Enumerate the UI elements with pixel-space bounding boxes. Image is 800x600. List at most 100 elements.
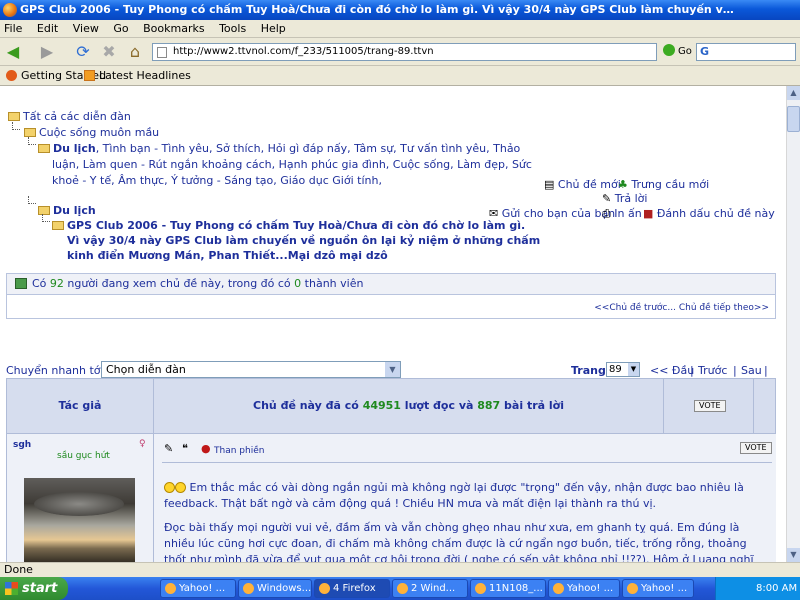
link-text: Chủ đề mới (557, 178, 621, 191)
scroll-down-icon[interactable]: ▼ (787, 548, 800, 562)
link-text: Trưng cầu mới (631, 178, 710, 191)
topic-navigation: <<Chủ đề trước... Chủ đề tiếp theo>> (6, 295, 776, 319)
reply-count: 887 (477, 399, 501, 412)
taskbar-item-yahoo[interactable]: Yahoo! ... (160, 579, 236, 598)
navigation-toolbar: ◀ ▶ ⟳ ✖ ⌂ http://www2.ttvnol.com/f_233/5… (0, 38, 800, 66)
breadcrumb-all-forums[interactable]: Tất cả các diễn đàn (8, 110, 131, 123)
folder-icon (24, 128, 36, 137)
new-poll-link[interactable]: ♣ Trưng cầu mới (618, 178, 709, 191)
scroll-thumb[interactable] (787, 106, 800, 132)
bookmarks-toolbar: Getting Started Latest Headlines (0, 66, 800, 86)
taskbar-label: Windows... (257, 583, 312, 594)
link-text: Đánh dấu chủ đề này (656, 207, 775, 220)
page-select[interactable]: 89 ▼ (606, 362, 640, 377)
scroll-up-icon[interactable]: ▲ (787, 86, 800, 100)
online-text: Có (32, 277, 50, 290)
stop-button[interactable]: ✖ (98, 41, 120, 63)
breadcrumb-subforum: Du lịch, Tình bạn - Tình yêu, Sở thích, … (38, 142, 520, 155)
author-rank: sầu gục hứt (57, 451, 110, 461)
firefox-icon (6, 70, 17, 81)
complain-link[interactable]: Than phiền (214, 446, 264, 456)
taskbar-label: 11N108_... (489, 583, 543, 594)
taskbar-label: Yahoo! ... (179, 583, 226, 594)
post-author-name[interactable]: sgh (13, 440, 31, 450)
edit-icon[interactable]: ✎ (164, 442, 173, 455)
bookmark-latest-headlines[interactable]: Latest Headlines (84, 66, 191, 86)
menu-file[interactable]: File (4, 22, 22, 35)
subforum-desc: , Tình bạn - Tình yêu, Sở thích, Hỏi gì … (95, 142, 521, 155)
taskbar-label: Yahoo! ... (567, 583, 614, 594)
send-icon: ✉ (489, 207, 502, 220)
go-label: Go (678, 46, 692, 57)
post-paragraph-1: Em thắc mắc có vài dòng ngắn ngủi mà khô… (164, 480, 772, 512)
chevron-down-icon: ▼ (628, 363, 639, 376)
bookmark-label: Latest Headlines (99, 69, 191, 82)
link-text: Cuộc sống muôn mầu (39, 126, 160, 139)
pager-separator: | (690, 364, 694, 377)
window-title: GPS Club 2006 - Tuy Phong có chấm Tuy Ho… (20, 3, 740, 16)
taskbar-label: 2 Wind... (411, 583, 456, 594)
new-topic-link[interactable]: ▤ Chủ đề mới (544, 178, 621, 191)
folder-icon (397, 583, 408, 594)
taskbar-item-11n108[interactable]: 11N108_... (470, 579, 546, 598)
quote-icon[interactable]: ❝ (182, 442, 188, 455)
avatar (24, 478, 135, 562)
forum-jump-select[interactable]: Chọn diễn đàn ▼ (101, 361, 401, 378)
start-button[interactable]: start (0, 577, 68, 600)
system-tray: 8:00 AM (715, 577, 800, 600)
back-button[interactable]: ◀ (2, 41, 24, 63)
topic-stats: Chủ đề này đã có 44951 lượt đọc và 887 b… (154, 379, 664, 433)
online-text: thành viên (301, 277, 364, 290)
reload-button[interactable]: ⟳ (72, 41, 94, 63)
poll-icon: ♣ (618, 178, 632, 191)
yahoo-icon (165, 583, 176, 594)
folder-icon (38, 144, 50, 153)
address-bar[interactable]: http://www2.ttvnol.com/f_233/511005/tran… (152, 43, 657, 61)
prev-page-link[interactable]: Trước (698, 364, 727, 377)
menu-bar: File Edit View Go Bookmarks Tools Help (0, 20, 800, 38)
vote-button[interactable]: VOTE (694, 400, 726, 412)
menu-edit[interactable]: Edit (37, 22, 58, 35)
topic-title: kinh điển Mương Mán, Phan Thiết...Mại dz… (67, 249, 388, 262)
printer-icon: ⎙ (602, 207, 615, 220)
post-vote-button[interactable]: VOTE (740, 442, 772, 454)
url-text: http://www2.ttvnol.com/f_233/511005/tran… (173, 46, 434, 57)
taskbar-item-yahoo-2[interactable]: Yahoo! ... (548, 579, 620, 598)
menu-bookmarks[interactable]: Bookmarks (143, 22, 204, 35)
quick-jump-label: Chuyển nhanh tới: (6, 364, 108, 377)
start-label: start (22, 581, 58, 596)
forward-button[interactable]: ▶ (36, 41, 58, 63)
taskbar-item-windows[interactable]: Windows... (238, 579, 312, 598)
menu-tools[interactable]: Tools (219, 22, 246, 35)
breadcrumb-forum[interactable]: Cuộc sống muôn mầu (24, 126, 159, 139)
vertical-scrollbar[interactable]: ▲ ▼ (786, 86, 800, 562)
taskbar-item-folders[interactable]: 2 Wind... (392, 579, 468, 598)
first-page-link[interactable]: << Đầu (650, 364, 694, 377)
search-input[interactable]: G (696, 43, 796, 61)
home-button[interactable]: ⌂ (124, 41, 146, 63)
taskbar-item-yahoo-3[interactable]: Yahoo! ... (622, 579, 694, 598)
page-icon (157, 47, 167, 58)
taskbar-item-firefox[interactable]: 4 Firefox (314, 579, 390, 598)
prev-next-topic-links[interactable]: <<Chủ đề trước... Chủ đề tiếp theo>> (594, 303, 769, 313)
print-link[interactable]: ⎙ In ấn (602, 207, 642, 221)
reply-link[interactable]: ✎ Trả lời (602, 192, 647, 205)
go-button[interactable]: Go (663, 44, 692, 60)
link-text: Gửi cho bạn của bạn (501, 207, 616, 220)
title-bar: GPS Club 2006 - Tuy Phong có chấm Tuy Ho… (0, 0, 800, 20)
subforum-desc: khoẻ - Y tế, Âm thực, Ý tưởng - Sáng tạo… (52, 174, 382, 187)
menu-view[interactable]: View (73, 22, 99, 35)
next-page-link[interactable]: Sau (741, 364, 762, 377)
bookmark-topic-link[interactable]: ■ Đánh dấu chủ đề này (643, 207, 775, 220)
reply-icon: ✎ (602, 192, 615, 205)
pager-separator: | (733, 364, 737, 377)
breadcrumb-topic: GPS Club 2006 - Tuy Phong có chấm Tuy Ho… (52, 219, 525, 232)
search-engine-icon: G (700, 45, 710, 58)
subforum-desc: luận, Làm quen - Rút ngắn khoảng cách, H… (52, 158, 532, 171)
menu-go[interactable]: Go (113, 22, 128, 35)
menu-help[interactable]: Help (261, 22, 286, 35)
subforum-link[interactable]: Du lịch (53, 142, 96, 155)
page-label: Trang: (571, 364, 611, 377)
send-to-friend-link[interactable]: ✉ Gửi cho bạn của bạn (489, 207, 615, 220)
post-author-panel: sgh ♀ sầu gục hứt (7, 434, 154, 562)
